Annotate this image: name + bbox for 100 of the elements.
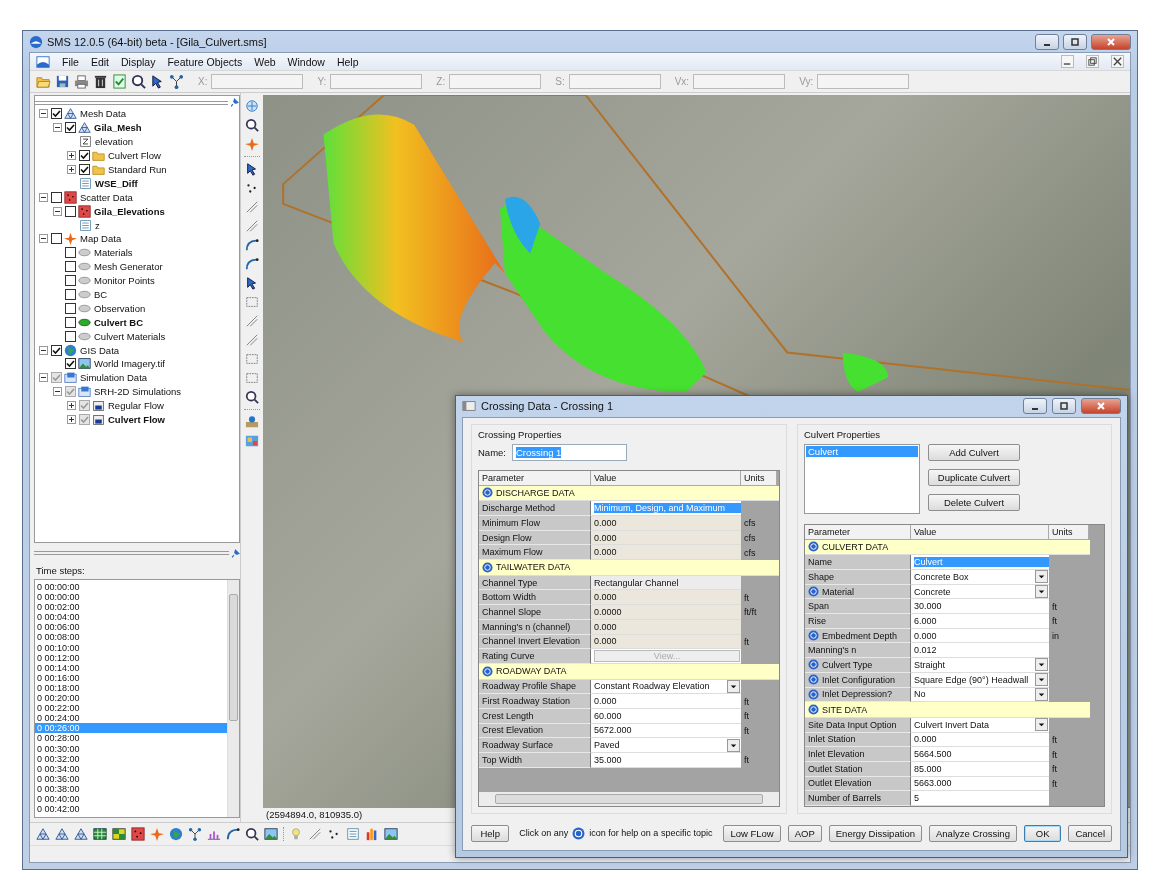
line-tool-icon[interactable] xyxy=(245,200,259,214)
tree-item[interactable]: Gila_Mesh xyxy=(93,122,143,134)
minimize-button[interactable] xyxy=(1035,33,1059,50)
tree-item[interactable]: World Imagery.tif xyxy=(93,358,166,370)
open-folder-icon[interactable] xyxy=(36,74,51,89)
zoom-icon[interactable] xyxy=(245,390,259,404)
scatter-icon[interactable] xyxy=(131,827,145,841)
dialog-button[interactable]: Energy Dissipation xyxy=(828,824,922,842)
tree-item[interactable]: Scatter Data xyxy=(79,191,134,203)
menu-item[interactable]: Display xyxy=(121,55,156,68)
collapse-icon[interactable] xyxy=(53,206,62,216)
minimize-icon[interactable] xyxy=(1061,55,1074,68)
checkbox[interactable] xyxy=(79,164,90,175)
help-icon[interactable] xyxy=(808,630,819,642)
time-step-item[interactable]: 0 00:30:00 xyxy=(35,743,227,754)
menu-item[interactable]: Web xyxy=(254,55,276,68)
tree-item[interactable]: Map Data xyxy=(79,233,123,245)
tree-item[interactable]: Mesh Generator xyxy=(93,261,164,273)
grid-icon[interactable] xyxy=(112,827,126,841)
points-icon[interactable] xyxy=(245,181,259,195)
tree-item[interactable]: Monitor Points xyxy=(93,275,156,287)
line-tool-icon[interactable] xyxy=(245,219,259,233)
help-query-icon[interactable] xyxy=(245,415,259,429)
collapse-icon[interactable] xyxy=(39,234,48,244)
tree-item[interactable]: Culvert Flow xyxy=(107,150,162,162)
tree-item[interactable]: elevation xyxy=(94,136,135,148)
dialog-button[interactable]: Low FLow xyxy=(723,824,781,842)
time-step-item[interactable]: 0 00:40:00 xyxy=(35,793,227,805)
help-icon[interactable] xyxy=(808,704,819,716)
time-step-item[interactable]: 0 00:00:00 xyxy=(35,592,227,603)
image-icon[interactable] xyxy=(264,827,278,841)
checkbox[interactable] xyxy=(51,191,62,203)
dialog-button[interactable]: Cancel xyxy=(1068,824,1112,842)
checkbox[interactable] xyxy=(65,275,76,287)
pin-icon[interactable] xyxy=(230,98,239,107)
zoom-icon[interactable] xyxy=(131,74,146,89)
help-icon[interactable] xyxy=(808,541,819,553)
expand-icon[interactable] xyxy=(67,151,76,161)
culvert-button[interactable]: Delete Culvert xyxy=(928,493,1020,511)
column-header[interactable]: Value xyxy=(911,524,1049,540)
time-step-item[interactable]: 0 00:16:00 xyxy=(35,672,227,683)
scrollbar[interactable] xyxy=(227,580,239,817)
close-button[interactable] xyxy=(1081,398,1121,415)
check-document-icon[interactable] xyxy=(112,74,127,89)
menu-item[interactable]: File xyxy=(62,55,79,68)
line-tool-icon[interactable] xyxy=(308,827,322,841)
curve-icon[interactable] xyxy=(226,827,240,841)
time-step-item[interactable]: 0 00:22:00 xyxy=(35,703,227,714)
dialog-button[interactable]: OK xyxy=(1023,824,1062,842)
help-icon[interactable] xyxy=(808,586,819,598)
checkbox[interactable] xyxy=(65,289,76,300)
tree-item[interactable]: Gila_Elevations xyxy=(93,205,166,217)
help-button[interactable]: Help xyxy=(471,824,510,842)
column-header[interactable]: Units xyxy=(1049,524,1089,540)
time-step-item[interactable]: 0 00:28:00 xyxy=(35,733,227,744)
column-header[interactable]: Units xyxy=(741,470,777,486)
pin-icon[interactable] xyxy=(231,548,240,558)
dropdown[interactable]: Concrete Box xyxy=(911,570,1049,585)
grid-icon[interactable] xyxy=(93,827,107,841)
checkbox[interactable] xyxy=(65,205,76,217)
time-step-item[interactable]: 0 00:04:00 xyxy=(35,612,227,623)
time-step-item[interactable]: 0 00:20:00 xyxy=(35,693,227,704)
help-icon[interactable] xyxy=(808,674,819,686)
time-step-item[interactable]: 0 00:36:00 xyxy=(35,773,227,784)
minimize-button[interactable] xyxy=(1023,398,1047,415)
star-icon[interactable] xyxy=(150,827,164,841)
time-step-item[interactable]: 0 00:14:00 xyxy=(35,662,227,673)
image-icon[interactable] xyxy=(384,827,398,841)
time-step-item[interactable]: 0 00:12:00 xyxy=(35,652,227,663)
mesh-icon[interactable] xyxy=(36,827,50,841)
time-step-item[interactable]: 0 00:06:00 xyxy=(35,622,227,633)
collapse-icon[interactable] xyxy=(53,123,62,133)
arc-tool-icon[interactable] xyxy=(245,238,259,252)
checkbox[interactable] xyxy=(65,316,76,328)
checkbox[interactable] xyxy=(65,122,76,134)
checkbox[interactable] xyxy=(65,261,76,273)
collapse-icon[interactable] xyxy=(39,109,48,119)
time-step-item[interactable]: 0 00:24:00 xyxy=(35,713,227,724)
checkbox[interactable] xyxy=(65,358,76,370)
help-icon[interactable] xyxy=(482,665,493,677)
close-icon[interactable] xyxy=(1111,55,1124,68)
checkbox[interactable] xyxy=(79,150,90,162)
mesh-icon[interactable] xyxy=(55,827,69,841)
dialog-button[interactable]: AOP xyxy=(787,824,822,842)
tree-item[interactable]: Culvert BC xyxy=(93,316,145,328)
maximize-button[interactable] xyxy=(1063,33,1087,50)
time-step-item[interactable]: 0 00:10:00 xyxy=(35,642,227,653)
dashed-box-icon[interactable] xyxy=(245,352,259,366)
zoom-icon[interactable] xyxy=(245,827,259,841)
expand-icon[interactable] xyxy=(67,165,76,174)
help-icon[interactable] xyxy=(808,688,819,700)
tree-item[interactable]: Mesh Data xyxy=(79,108,127,120)
nodes-icon[interactable] xyxy=(188,827,202,841)
checkbox[interactable] xyxy=(65,330,76,342)
zoom-icon[interactable] xyxy=(245,118,259,132)
column-header[interactable]: Value xyxy=(591,470,741,486)
map-icon[interactable] xyxy=(245,434,259,448)
dropdown[interactable]: Straight xyxy=(911,658,1049,673)
help-icon[interactable] xyxy=(482,487,493,499)
mesh-icon[interactable] xyxy=(74,827,88,841)
